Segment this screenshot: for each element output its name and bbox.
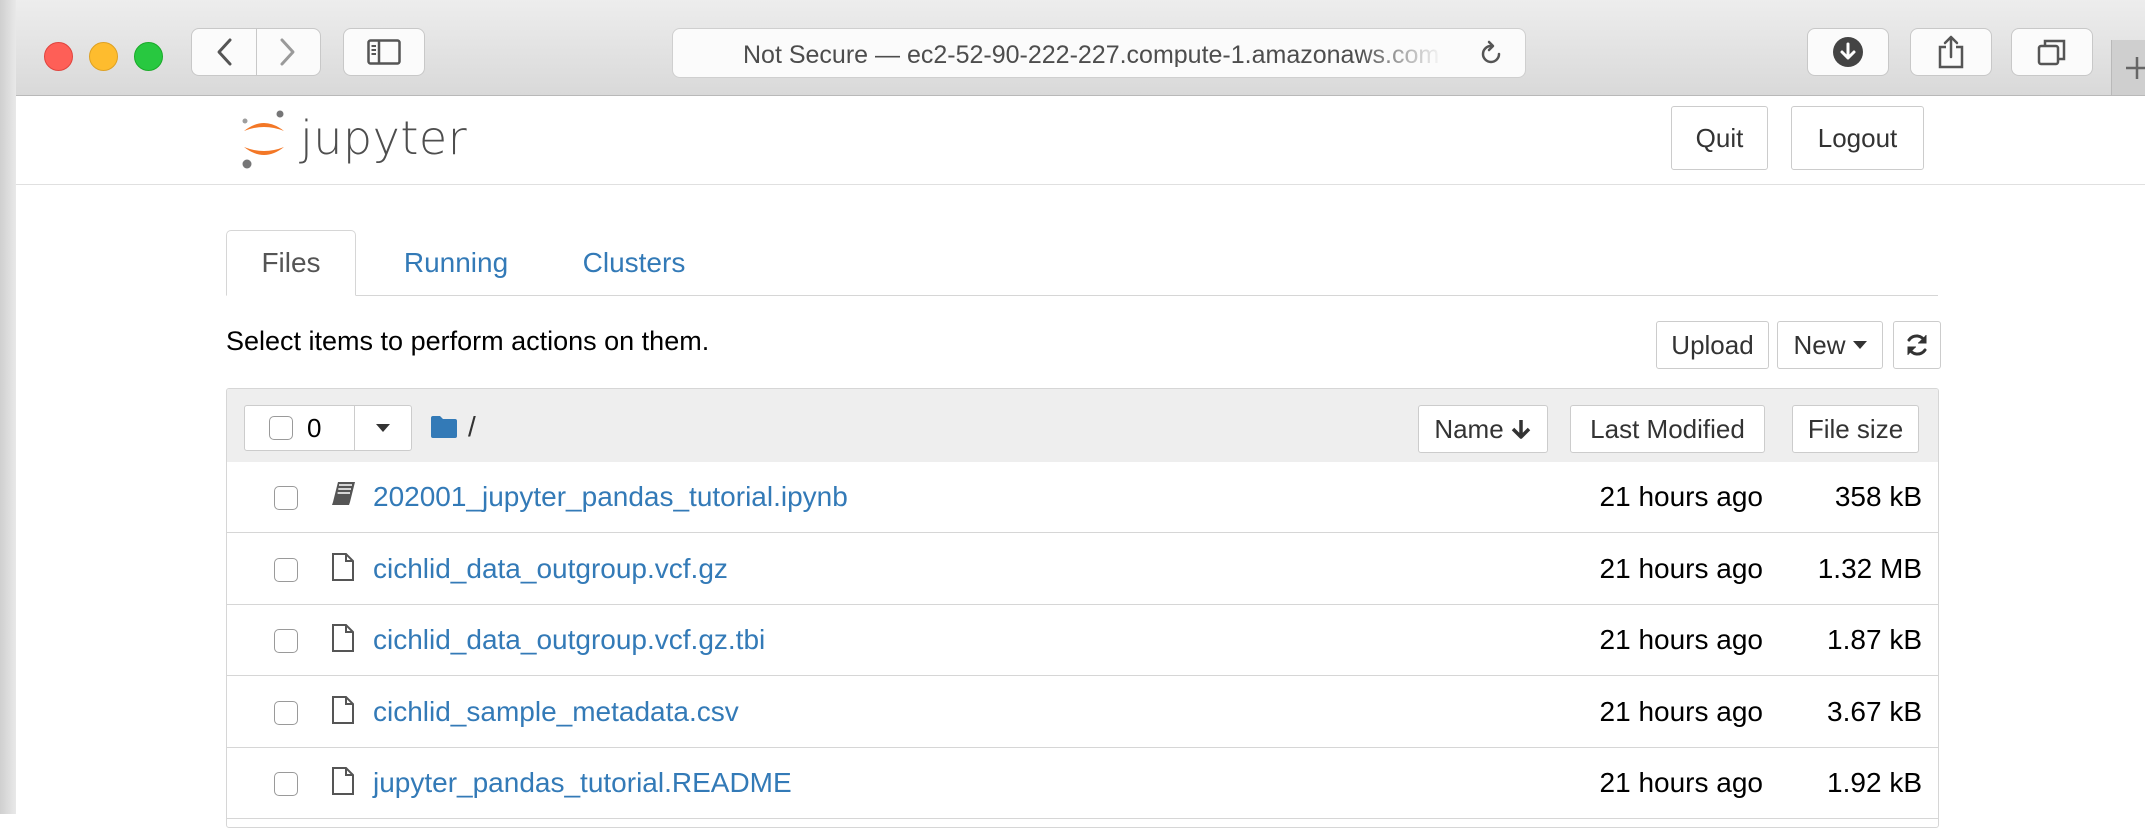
sort-by-modified-button[interactable]: Last Modified xyxy=(1570,405,1765,453)
file-name-link[interactable]: cichlid_data_outgroup.vcf.gz xyxy=(373,553,728,585)
file-modified: 21 hours ago xyxy=(1599,624,1763,655)
file-name-link[interactable]: jupyter_pandas_tutorial.README xyxy=(373,767,792,799)
file-modified: 21 hours ago xyxy=(1599,767,1763,798)
file-name-link[interactable]: cichlid_data_outgroup.vcf.gz.tbi xyxy=(373,624,765,656)
file-size: 1.92 kB xyxy=(1827,767,1922,798)
folder-icon[interactable] xyxy=(430,415,458,439)
file-size: 358 kB xyxy=(1834,481,1922,512)
caret-down-icon xyxy=(376,424,390,432)
share-icon xyxy=(1938,35,1964,69)
file-icon xyxy=(331,552,355,587)
refresh-button[interactable] xyxy=(1893,321,1941,369)
download-icon xyxy=(1833,37,1863,67)
refresh-icon xyxy=(1907,334,1927,356)
select-all-checkbox[interactable] xyxy=(269,416,293,440)
minimize-window-button[interactable] xyxy=(89,42,118,71)
file-list: 0 / Name Last Modified File size 202001_… xyxy=(226,388,1939,828)
window-edge xyxy=(0,0,16,814)
table-row[interactable]: 202001_jupyter_pandas_tutorial.ipynb 21 h… xyxy=(227,462,1938,533)
file-size: 3.67 kB xyxy=(1827,695,1922,727)
sort-by-size-button[interactable]: File size xyxy=(1792,405,1919,453)
jupyter-logo-icon xyxy=(242,110,284,169)
tab-files[interactable]: Files xyxy=(226,230,356,296)
file-name-link[interactable]: cichlid_sample_metadata.csv xyxy=(373,696,739,728)
jupyter-logo[interactable]: jupyter xyxy=(238,108,468,169)
sort-name-label: Name xyxy=(1434,413,1504,444)
file-icon xyxy=(331,623,355,658)
plus-icon xyxy=(2126,56,2145,79)
chevron-left-icon xyxy=(217,38,232,66)
select-all-control[interactable]: 0 xyxy=(245,406,354,450)
notebook-icon xyxy=(331,480,357,511)
row-checkbox[interactable] xyxy=(274,486,298,510)
table-row[interactable]: cichlid_data_outgroup.vcf.gz.tbi 21 hours… xyxy=(227,605,1938,676)
downloads-button[interactable] xyxy=(1807,28,1889,76)
zoom-window-button[interactable] xyxy=(134,42,163,71)
close-window-button[interactable] xyxy=(44,42,73,71)
row-checkbox[interactable] xyxy=(274,629,298,653)
arrow-down-icon xyxy=(1511,420,1530,439)
history-nav xyxy=(191,28,321,76)
sidebar-icon xyxy=(367,39,401,65)
reload-icon[interactable] xyxy=(1477,40,1505,68)
address-text: Not Secure — ec2-52-90-222-227.compute-1… xyxy=(743,41,1440,67)
logout-button[interactable]: Logout xyxy=(1791,106,1924,170)
table-row[interactable]: jupyter_pandas_tutorial.README 21 hours a… xyxy=(227,748,1938,819)
breadcrumb: / xyxy=(430,411,476,443)
table-row[interactable]: cichlid_data_outgroup.vcf.gz 21 hours ago… xyxy=(227,533,1938,605)
select-all-group: 0 xyxy=(244,405,412,451)
row-checkbox[interactable] xyxy=(274,700,298,725)
file-name-link[interactable]: 202001_jupyter_pandas_tutorial.ipynb xyxy=(373,481,848,513)
table-row[interactable]: cichlid_sample_metadata.csv 21 hours ago 3… xyxy=(227,676,1938,748)
tabs-overview-icon xyxy=(2037,39,2066,66)
jupyter-logo-text: jupyter xyxy=(300,111,468,165)
file-modified: 21 hours ago xyxy=(1599,695,1763,727)
address-bar[interactable]: Not Secure — ec2-52-90-222-227.compute-1… xyxy=(672,28,1526,78)
chevron-right-icon xyxy=(280,38,295,66)
show-tabs-button[interactable] xyxy=(2011,28,2093,76)
jupyter-header: jupyter Quit Logout xyxy=(16,96,2145,185)
file-modified: 21 hours ago xyxy=(1599,481,1763,512)
row-checkbox[interactable] xyxy=(274,772,298,796)
new-dropdown-button[interactable]: New xyxy=(1777,321,1883,369)
selection-dropdown-button[interactable] xyxy=(354,406,411,450)
sort-by-name-button[interactable]: Name xyxy=(1418,405,1548,453)
forward-button[interactable] xyxy=(255,29,321,75)
selected-count: 0 xyxy=(307,412,322,443)
file-modified: 21 hours ago xyxy=(1599,552,1763,584)
sidebar-toggle-button[interactable] xyxy=(343,28,425,76)
tab-clusters[interactable]: Clusters xyxy=(559,230,709,296)
file-size: 1.32 MB xyxy=(1817,552,1922,584)
new-button-label: New xyxy=(1793,329,1846,360)
back-button[interactable] xyxy=(192,29,256,75)
quit-button[interactable]: Quit xyxy=(1671,106,1768,170)
file-list-header: 0 / Name Last Modified File size xyxy=(227,389,1938,463)
file-icon xyxy=(331,766,355,801)
browser-toolbar: Not Secure — ec2-52-90-222-227.compute-1… xyxy=(16,0,2145,96)
share-button[interactable] xyxy=(1910,28,1992,76)
selection-instructions: Select items to perform actions on them. xyxy=(226,326,710,356)
file-icon xyxy=(331,695,355,730)
caret-down-icon xyxy=(1852,341,1867,349)
file-size: 1.87 kB xyxy=(1827,624,1922,655)
upload-button[interactable]: Upload xyxy=(1656,321,1769,369)
new-tab-button[interactable] xyxy=(2111,40,2145,95)
row-checkbox[interactable] xyxy=(274,557,298,582)
dashboard-tabs: Files Running Clusters xyxy=(226,230,1938,296)
tab-running[interactable]: Running xyxy=(386,230,526,296)
breadcrumb-path[interactable]: / xyxy=(468,411,476,443)
